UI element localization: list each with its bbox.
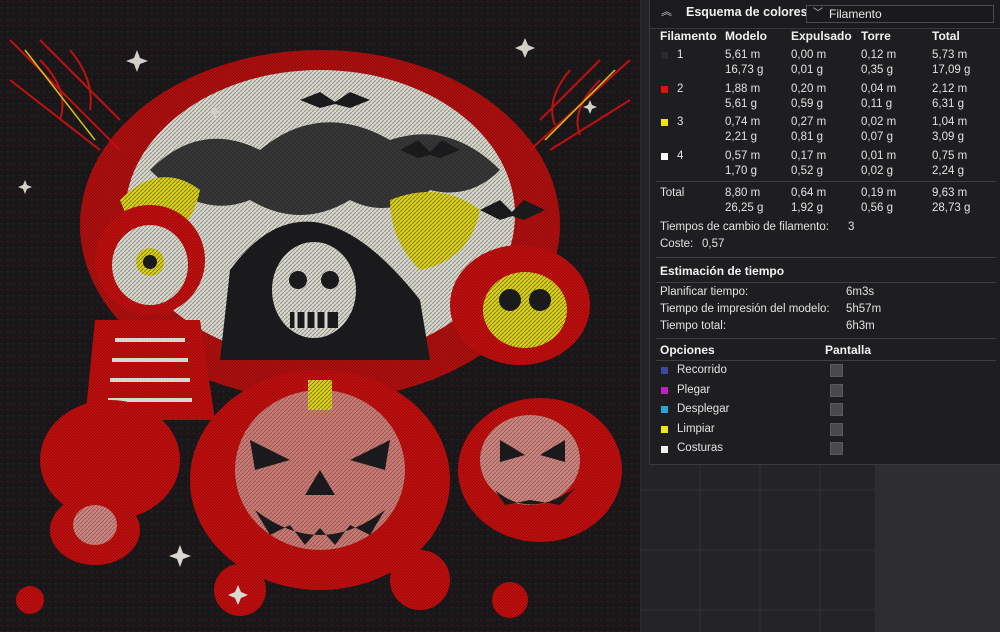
total-time-label: Tiempo total: xyxy=(660,320,727,332)
total-weight: 28,73 g xyxy=(932,202,971,214)
display-checkbox[interactable] xyxy=(830,423,843,436)
plan-time-value: 6m3s xyxy=(846,286,875,298)
divider xyxy=(656,282,996,283)
col-header-total: Total xyxy=(932,29,960,43)
model-weight: 1,70 g xyxy=(725,165,757,177)
total-time-value: 6h3m xyxy=(846,320,875,332)
total-length: 5,73 m xyxy=(932,49,968,61)
tower-length: 0,01 m xyxy=(861,150,897,162)
purged-length: 0,00 m xyxy=(791,49,827,61)
total-length: 1,04 m xyxy=(932,116,968,128)
divider xyxy=(656,181,996,182)
options-header: Opciones xyxy=(660,343,715,357)
purged-length: 0,27 m xyxy=(791,116,827,128)
option-color-swatch xyxy=(661,406,668,413)
model-weight: 2,21 g xyxy=(725,131,757,143)
total-weight: 17,09 g xyxy=(932,64,971,76)
view-mode-dropdown[interactable]: ﹀ Filamento xyxy=(806,5,994,23)
option-color-swatch xyxy=(661,387,668,394)
divider xyxy=(656,257,996,258)
tower-length: 0,19 m xyxy=(861,187,897,199)
total-weight: 2,24 g xyxy=(932,165,964,177)
option-label: Costuras xyxy=(677,442,724,454)
total-length: 9,63 m xyxy=(932,187,968,199)
filament-changes-value: 3 xyxy=(848,221,855,233)
model-length: 8,80 m xyxy=(725,187,761,199)
option-color-swatch xyxy=(661,446,668,453)
filament-changes-label: Tiempos de cambio de filamento: xyxy=(660,221,829,233)
purged-length: 0,20 m xyxy=(791,83,827,95)
divider xyxy=(656,338,996,339)
tower-weight: 0,35 g xyxy=(861,64,893,76)
filament-color-swatch xyxy=(661,153,668,160)
view-mode-value: Filamento xyxy=(829,7,882,21)
tower-length: 0,12 m xyxy=(861,49,897,61)
legend-panel: ︽ Esquema de colores ﹀ Filamento Filamen… xyxy=(649,0,1000,465)
col-header-model: Modelo xyxy=(725,29,767,43)
filament-id: 2 xyxy=(677,83,684,95)
model-length: 1,88 m xyxy=(725,83,761,95)
plan-time-label: Planificar tiempo: xyxy=(660,286,749,298)
filament-color-swatch xyxy=(661,86,668,93)
tower-weight: 0,07 g xyxy=(861,131,893,143)
option-color-swatch xyxy=(661,367,668,374)
option-label: Limpiar xyxy=(677,423,715,435)
tower-length: 0,02 m xyxy=(861,116,897,128)
purged-weight: 0,59 g xyxy=(791,98,823,110)
tower-weight: 0,11 g xyxy=(861,98,893,110)
total-length: 2,12 m xyxy=(932,83,968,95)
purged-length: 0,17 m xyxy=(791,150,827,162)
model-weight: 26,25 g xyxy=(725,202,764,214)
purged-weight: 0,01 g xyxy=(791,64,823,76)
divider xyxy=(656,360,996,361)
purged-weight: 0,81 g xyxy=(791,131,823,143)
collapse-icon[interactable]: ︽ xyxy=(661,4,675,20)
filament-id: 4 xyxy=(677,150,684,162)
option-label: Recorrido xyxy=(677,364,727,376)
cost-label: Coste: xyxy=(660,238,694,250)
legend-header: ︽ Esquema de colores ﹀ Filamento xyxy=(650,0,1000,29)
model-length: 5,61 m xyxy=(725,49,761,61)
model-length: 0,57 m xyxy=(725,150,761,162)
display-header: Pantalla xyxy=(825,343,872,357)
filament-id: 3 xyxy=(677,116,684,128)
total-weight: 6,31 g xyxy=(932,98,964,110)
time-estimate-title: Estimación de tiempo xyxy=(660,264,785,278)
col-header-tower: Torre xyxy=(861,29,891,43)
model-length: 0,74 m xyxy=(725,116,761,128)
display-checkbox[interactable] xyxy=(830,364,843,377)
col-header-purged: Expulsado xyxy=(791,29,852,43)
option-color-swatch xyxy=(661,426,668,433)
total-length: 0,75 m xyxy=(932,150,968,162)
tower-length: 0,04 m xyxy=(861,83,897,95)
model-weight: 5,61 g xyxy=(725,98,757,110)
tower-weight: 0,02 g xyxy=(861,165,893,177)
filament-color-swatch xyxy=(661,119,668,126)
filament-color-swatch xyxy=(661,52,668,59)
purged-length: 0,64 m xyxy=(791,187,827,199)
chevron-down-icon: ﹀ xyxy=(813,8,823,19)
filament-id: 1 xyxy=(677,49,684,61)
display-checkbox[interactable] xyxy=(830,442,843,455)
option-label: Plegar xyxy=(677,384,711,396)
tower-weight: 0,56 g xyxy=(861,202,893,214)
cost-value: 0,57 xyxy=(702,238,725,250)
display-checkbox[interactable] xyxy=(830,403,843,416)
model-print-time-value: 5h57m xyxy=(846,303,882,315)
model-print-time-label: Tiempo de impresión del modelo: xyxy=(660,303,830,315)
legend-title: Esquema de colores xyxy=(686,5,808,19)
option-label: Desplegar xyxy=(677,403,730,415)
display-checkbox[interactable] xyxy=(830,384,843,397)
purged-weight: 0,52 g xyxy=(791,165,823,177)
model-weight: 16,73 g xyxy=(725,64,764,76)
total-weight: 3,09 g xyxy=(932,131,964,143)
col-header-filament: Filamento xyxy=(660,29,717,43)
total-row-label: Total xyxy=(660,187,685,199)
purged-weight: 1,92 g xyxy=(791,202,823,214)
